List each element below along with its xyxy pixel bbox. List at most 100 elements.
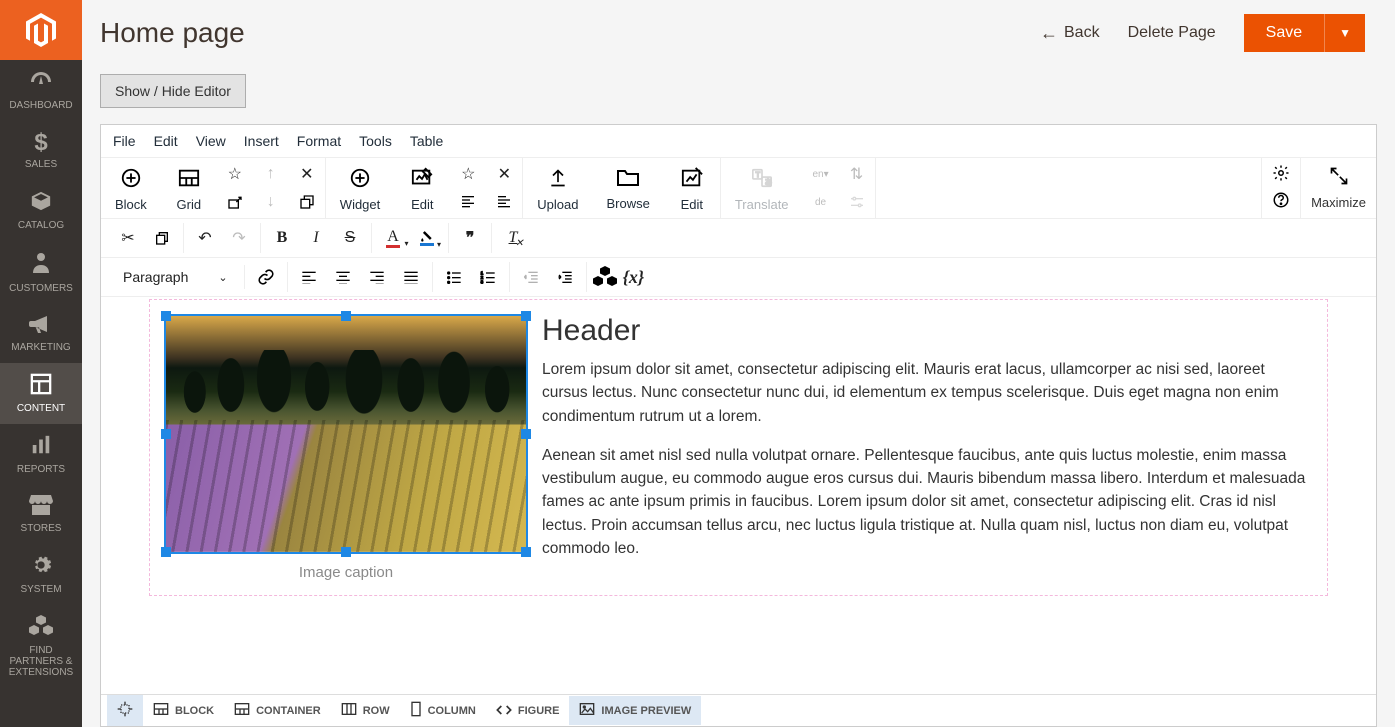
link-button[interactable]: [251, 262, 281, 292]
sidebar-item-customers[interactable]: CUSTOMERS: [0, 241, 82, 304]
block-button[interactable]: Block: [101, 161, 161, 216]
browse-label: Browse: [606, 196, 649, 211]
path-row[interactable]: ROW: [331, 696, 400, 725]
variable-insert-button[interactable]: {x}: [623, 262, 645, 292]
resize-handle-rm[interactable]: [521, 429, 531, 439]
image-caption[interactable]: Image caption: [164, 564, 528, 581]
resize-handle-tm[interactable]: [341, 311, 351, 321]
blockquote-button[interactable]: ❞: [455, 223, 485, 253]
menu-tools[interactable]: Tools: [359, 133, 392, 149]
svg-text:あ: あ: [764, 177, 771, 186]
sidebar-item-sales[interactable]: $ SALES: [0, 121, 82, 180]
cut-button[interactable]: ✂: [113, 223, 143, 253]
bg-color-button[interactable]: ▾: [412, 223, 442, 253]
resize-handle-bm[interactable]: [341, 547, 351, 557]
bullet-list-button[interactable]: [439, 262, 469, 292]
delete-page-button[interactable]: Delete Page: [1128, 24, 1216, 42]
path-image-preview[interactable]: IMAGE PREVIEW: [569, 696, 701, 725]
align-top-button[interactable]: [456, 192, 480, 212]
content-header[interactable]: Header: [542, 314, 1313, 348]
translate-button: Tあ Translate: [721, 161, 803, 216]
resize-handle-bl[interactable]: [161, 547, 171, 557]
menu-edit[interactable]: Edit: [154, 133, 178, 149]
save-block-button[interactable]: ☆: [223, 164, 247, 184]
remove-widget-button[interactable]: ✕: [492, 164, 516, 184]
path-target[interactable]: [107, 695, 143, 726]
sidebar-item-content[interactable]: CONTENT: [0, 363, 82, 424]
path-container[interactable]: CONTAINER: [224, 696, 331, 725]
show-hide-editor-button[interactable]: Show / Hide Editor: [100, 74, 246, 108]
resize-handle-tl[interactable]: [161, 311, 171, 321]
toolbar-row-1: Block Grid ☆ ↑ ↓ ✕: [101, 158, 1376, 219]
save-widget-button[interactable]: ☆: [456, 164, 480, 184]
upload-icon: [548, 167, 568, 193]
align-justify-button[interactable]: [396, 262, 426, 292]
widget-insert-button[interactable]: [593, 262, 617, 292]
strike-button[interactable]: S: [335, 223, 365, 253]
edit-widget-button[interactable]: Edit: [394, 161, 450, 216]
back-button[interactable]: ← Back: [1040, 23, 1100, 44]
sidebar-label: SYSTEM: [20, 584, 61, 595]
path-column[interactable]: COLUMN: [400, 695, 486, 726]
save-button-group: Save ▼: [1244, 14, 1365, 52]
image-field-rows: [166, 420, 526, 552]
move-out-button[interactable]: [223, 192, 247, 212]
resize-handle-lm[interactable]: [161, 429, 171, 439]
bold-button[interactable]: B: [267, 223, 297, 253]
text-column[interactable]: Header Lorem ipsum dolor sit amet, conse…: [542, 314, 1313, 581]
align-bottom-button[interactable]: [492, 192, 516, 212]
sidebar-item-system[interactable]: SYSTEM: [0, 544, 82, 605]
sidebar-item-marketing[interactable]: MARKETING: [0, 304, 82, 363]
resize-handle-tr[interactable]: [521, 311, 531, 321]
resize-handle-br[interactable]: [521, 547, 531, 557]
clear-format-button[interactable]: T✕: [498, 223, 528, 253]
content-paragraph-2[interactable]: Aenean sit amet nisl sed nulla volutpat …: [542, 444, 1313, 560]
settings-button[interactable]: [1272, 164, 1290, 185]
sidebar-item-stores[interactable]: STORES: [0, 485, 82, 544]
align-right-button[interactable]: [362, 262, 392, 292]
sidebar-item-dashboard[interactable]: DASHBOARD: [0, 60, 82, 121]
undo-button[interactable]: ↶: [190, 223, 220, 253]
maximize-button[interactable]: Maximize: [1300, 158, 1376, 218]
editor-canvas[interactable]: Image caption Header Lorem ipsum dolor s…: [101, 297, 1376, 694]
logo[interactable]: [0, 0, 82, 60]
italic-button[interactable]: I: [301, 223, 331, 253]
page-title: Home page: [100, 17, 1040, 49]
selected-image[interactable]: [164, 314, 528, 554]
menu-file[interactable]: File: [113, 133, 136, 149]
back-label: Back: [1064, 24, 1100, 42]
sidebar-label: STORES: [21, 523, 62, 534]
sidebar-item-reports[interactable]: REPORTS: [0, 424, 82, 485]
menu-view[interactable]: View: [196, 133, 226, 149]
text-color-button[interactable]: A▾: [378, 223, 408, 253]
menu-format[interactable]: Format: [297, 133, 341, 149]
content-paragraph-1[interactable]: Lorem ipsum dolor sit amet, consectetur …: [542, 358, 1313, 428]
grid-button[interactable]: Grid: [161, 161, 217, 216]
indent-button[interactable]: [550, 262, 580, 292]
widget-button[interactable]: Widget: [326, 161, 394, 216]
upload-button[interactable]: Upload: [523, 161, 592, 216]
lang-de: de: [809, 192, 833, 212]
sidebar-item-partners[interactable]: FIND PARTNERS & EXTENSIONS: [0, 605, 82, 688]
remove-block-button[interactable]: ✕: [295, 164, 319, 184]
path-label: COLUMN: [428, 705, 476, 717]
admin-sidebar: DASHBOARD $ SALES CATALOG CUSTOMERS MARK…: [0, 0, 82, 727]
menu-insert[interactable]: Insert: [244, 133, 279, 149]
help-button[interactable]: [1272, 191, 1290, 212]
browse-button[interactable]: Browse: [592, 162, 663, 215]
paragraph-select[interactable]: Paragraph ⌄: [113, 265, 238, 289]
path-block[interactable]: BLOCK: [143, 696, 224, 725]
menu-table[interactable]: Table: [410, 133, 443, 149]
align-left-button[interactable]: [294, 262, 324, 292]
sidebar-item-catalog[interactable]: CATALOG: [0, 180, 82, 241]
copy-button[interactable]: [147, 223, 177, 253]
align-center-button[interactable]: [328, 262, 358, 292]
storefront-icon: [29, 495, 53, 519]
edit-image-button[interactable]: Edit: [664, 161, 720, 216]
number-list-button[interactable]: 123: [473, 262, 503, 292]
save-button[interactable]: Save: [1244, 14, 1324, 52]
duplicate-block-button[interactable]: [295, 192, 319, 212]
path-figure[interactable]: FIGURE: [486, 697, 570, 725]
path-label: ROW: [363, 705, 390, 717]
save-dropdown[interactable]: ▼: [1324, 14, 1365, 52]
